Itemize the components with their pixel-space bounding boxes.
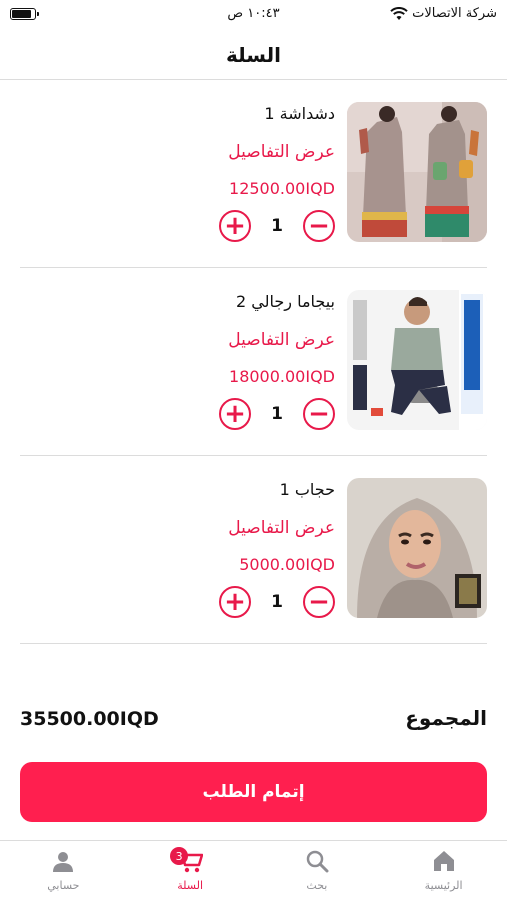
home-icon: [430, 847, 458, 875]
view-details-link[interactable]: عرض التفاصيل: [135, 328, 335, 352]
plus-circle-icon[interactable]: +: [219, 210, 251, 242]
page-title: السلة: [225, 42, 281, 67]
battery-icon: [10, 8, 39, 20]
tab-home[interactable]: الرئيسية: [380, 841, 507, 900]
quantity-value: 1: [271, 592, 283, 612]
plus-circle-icon[interactable]: +: [219, 398, 251, 430]
header: السلة: [0, 30, 507, 80]
quantity-stepper: + 1 −: [219, 586, 335, 618]
plus-circle-icon[interactable]: +: [219, 586, 251, 618]
tab-account[interactable]: حسابي: [0, 841, 127, 900]
minus-circle-icon[interactable]: −: [303, 210, 335, 242]
cart-item: بيجاما رجالي 2 عرض التفاصيل 18000.00IQD …: [20, 268, 487, 456]
item-price: 5000.00IQD: [239, 555, 335, 574]
tab-label: حسابي: [47, 879, 80, 892]
status-time: ١٠:٤٣ ص: [227, 6, 280, 21]
total-row: المجموع 35500.00IQD: [20, 706, 487, 736]
cart-item: حجاب 1 عرض التفاصيل 5000.00IQD + 1 −: [20, 456, 487, 644]
minus-circle-icon[interactable]: −: [303, 398, 335, 430]
cart-list: دشداشة 1 عرض التفاصيل 12500.00IQD + 1 −: [0, 80, 507, 644]
quantity-stepper: + 1 −: [219, 210, 335, 242]
item-info: بيجاما رجالي 2 عرض التفاصيل 18000.00IQD: [135, 290, 335, 389]
tab-label: بحث: [306, 879, 328, 892]
cart-badge: 3: [170, 847, 189, 865]
item-info: دشداشة 1 عرض التفاصيل 12500.00IQD: [135, 102, 335, 201]
item-name: حجاب 1: [279, 480, 335, 499]
view-details-link[interactable]: عرض التفاصيل: [135, 516, 335, 540]
quantity-stepper: + 1 −: [219, 398, 335, 430]
product-image-hijab[interactable]: [347, 478, 487, 618]
item-name: بيجاما رجالي 2: [236, 292, 335, 311]
cart-item: دشداشة 1 عرض التفاصيل 12500.00IQD + 1 −: [20, 80, 487, 268]
item-price: 18000.00IQD: [229, 367, 335, 386]
tab-label: السلة: [177, 879, 203, 892]
item-price: 12500.00IQD: [229, 179, 335, 198]
quantity-value: 1: [271, 404, 283, 424]
tab-bar: حسابي 3 السلة بحث الرئيسية: [0, 840, 507, 900]
carrier-name: شركة الاتصالات: [412, 6, 497, 21]
item-name: دشداشة 1: [264, 104, 335, 123]
quantity-value: 1: [271, 216, 283, 236]
item-info: حجاب 1 عرض التفاصيل 5000.00IQD: [135, 478, 335, 577]
product-image-dishdasha[interactable]: [347, 102, 487, 242]
view-details-link[interactable]: عرض التفاصيل: [135, 140, 335, 164]
person-icon: [49, 847, 77, 875]
total-value: 35500.00IQD: [20, 708, 159, 730]
minus-circle-icon[interactable]: −: [303, 586, 335, 618]
product-image-pajama[interactable]: [347, 290, 487, 430]
checkout-button[interactable]: إتمام الطلب: [20, 762, 487, 822]
tab-cart[interactable]: 3 السلة: [127, 841, 254, 900]
tab-search[interactable]: بحث: [254, 841, 381, 900]
status-carrier: شركة الاتصالات: [390, 6, 497, 21]
battery-level: [12, 10, 31, 18]
tab-label: الرئيسية: [424, 879, 463, 892]
total-label: المجموع: [405, 706, 487, 730]
search-icon: [303, 847, 331, 875]
status-bar: ١٠:٤٣ ص شركة الاتصالات: [0, 0, 507, 30]
wifi-icon: [390, 6, 408, 20]
